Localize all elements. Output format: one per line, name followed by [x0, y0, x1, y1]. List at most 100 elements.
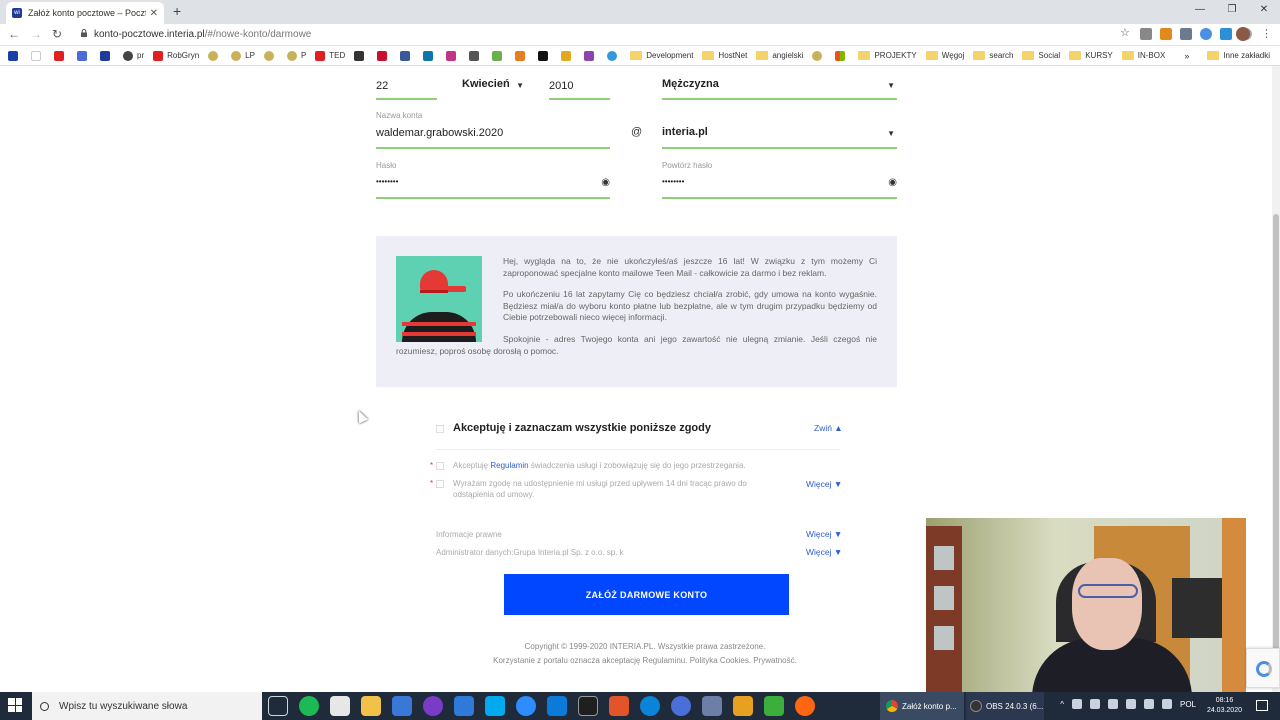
collapse-toggle[interactable]: Zwiń ▲ — [814, 423, 843, 433]
mail-icon[interactable] — [547, 696, 567, 716]
bookmark[interactable]: RobGryn — [153, 50, 199, 61]
bookmark[interactable] — [812, 50, 826, 61]
bookmark[interactable] — [8, 50, 22, 61]
more-toggle[interactable]: Więcej ▼ — [806, 529, 842, 539]
sublime-icon[interactable] — [733, 696, 753, 716]
new-tab-icon[interactable]: + — [173, 3, 181, 19]
domain-select[interactable]: interia.pl ▼ — [662, 120, 897, 149]
more-toggle[interactable]: Więcej ▼ — [806, 479, 842, 489]
firefox-icon[interactable] — [795, 696, 815, 716]
scrollbar-thumb[interactable] — [1273, 214, 1279, 684]
extension-chrome-icon[interactable] — [1200, 28, 1212, 40]
bookmark[interactable]: LP — [231, 50, 255, 61]
bookmark-folder-projekty[interactable]: PROJEKTY — [858, 51, 917, 60]
birth-day-field[interactable]: 22 — [376, 70, 437, 100]
windows-start-icon[interactable] — [8, 698, 22, 712]
extension-orange-icon[interactable] — [1160, 28, 1172, 40]
skype-icon[interactable] — [485, 696, 505, 716]
tray-volume-icon[interactable] — [1089, 699, 1100, 709]
taskbar-chrome-item[interactable]: Załóż konto p... — [880, 692, 964, 720]
bookmark-folder-angielski[interactable]: angielski — [756, 51, 803, 60]
app-tool-icon[interactable] — [702, 696, 722, 716]
bookmark[interactable] — [423, 50, 437, 61]
repeat-password-input[interactable]: •••••••• ◉ — [662, 170, 897, 199]
window-close-icon[interactable]: ✕ — [1248, 0, 1280, 24]
page-scrollbar[interactable] — [1272, 66, 1280, 692]
bookmark[interactable] — [377, 50, 391, 61]
bookmark[interactable] — [584, 50, 598, 61]
app-blue-icon[interactable] — [392, 696, 412, 716]
bookmark-folder-wegoj[interactable]: Węgoj — [925, 51, 964, 60]
task-view-icon[interactable] — [268, 696, 288, 716]
bookmark[interactable] — [208, 50, 222, 61]
bookmark-folder-hostnet[interactable]: HostNet — [702, 51, 747, 60]
bookmark[interactable] — [77, 50, 91, 61]
extension-camera-icon[interactable] — [1140, 28, 1152, 40]
app-orange-icon[interactable] — [609, 696, 629, 716]
bookmark[interactable] — [515, 50, 529, 61]
reload-icon[interactable]: ↻ — [52, 27, 62, 41]
gender-select[interactable]: Mężczyzna ▼ — [662, 70, 897, 100]
recaptcha-badge[interactable] — [1246, 648, 1280, 688]
show-password-eye-icon[interactable]: ◉ — [888, 177, 897, 188]
create-free-account-button[interactable]: ZAŁÓŻ DARMOWE KONTO — [504, 574, 789, 615]
password-input[interactable]: •••••••• ◉ — [376, 170, 610, 199]
extension-share-icon[interactable] — [1180, 28, 1192, 40]
bookmark[interactable] — [100, 50, 114, 61]
bookmark[interactable] — [54, 50, 68, 61]
taskbar-search[interactable]: Wpisz tu wyszukiwane słowa — [32, 692, 262, 720]
notification-center-icon[interactable] — [1256, 700, 1268, 711]
more-toggle[interactable]: Więcej ▼ — [806, 547, 842, 557]
bookmark-folder-development[interactable]: Development — [630, 51, 693, 60]
app-purple-icon[interactable] — [423, 696, 443, 716]
bookmark[interactable] — [835, 50, 849, 61]
terminal-icon[interactable] — [578, 696, 598, 716]
bookmark[interactable] — [607, 50, 621, 61]
bookmark-folder-search[interactable]: search — [973, 51, 1013, 60]
app-globe-icon[interactable] — [671, 696, 691, 716]
star-icon[interactable]: ☆ — [1120, 28, 1132, 40]
bookmark[interactable] — [469, 50, 483, 61]
spotify-icon[interactable] — [299, 696, 319, 716]
birth-month-select[interactable]: Kwiecień ▼ — [462, 70, 526, 100]
browser-tab[interactable]: wi Załóż konto pocztowe – Poczta w ✕ — [6, 2, 164, 24]
url-field[interactable]: konto-pocztowe.interia.pl/#/nowe-konto/d… — [94, 29, 311, 40]
bookmark-folder-kursy[interactable]: KURSY — [1069, 51, 1113, 60]
bookmark[interactable] — [263, 50, 278, 61]
bookmark[interactable] — [31, 50, 45, 61]
edge-legacy-icon[interactable] — [454, 696, 474, 716]
terms-link[interactable]: Regulamin — [490, 461, 528, 470]
bookmark-folder-inbox[interactable]: IN-BOX — [1121, 51, 1165, 60]
tray-app-icon[interactable] — [1143, 699, 1154, 709]
zoom-icon[interactable] — [516, 696, 536, 716]
tray-language[interactable]: POL — [1180, 700, 1196, 709]
terms-checkbox[interactable] — [436, 462, 444, 470]
minimize-icon[interactable]: — — [1184, 0, 1216, 24]
bookmark[interactable] — [354, 50, 368, 61]
bookmark[interactable] — [446, 50, 460, 61]
bookmark[interactable] — [492, 50, 506, 61]
tab-close-icon[interactable]: ✕ — [150, 8, 158, 19]
taskbar-clock[interactable]: 08:16 24.03.2020 — [1207, 696, 1242, 716]
edge-icon[interactable] — [640, 696, 660, 716]
extension-blue-icon[interactable] — [1220, 28, 1232, 40]
tray-chevron-up-icon[interactable]: ^ — [1060, 700, 1064, 709]
file-explorer-icon[interactable] — [361, 696, 381, 716]
tray-network-icon[interactable] — [1071, 699, 1082, 709]
app-green-icon[interactable] — [764, 696, 784, 716]
back-icon[interactable]: ← — [8, 27, 20, 41]
tray-cloud-icon[interactable] — [1125, 699, 1136, 709]
bookmarks-more-icon[interactable]: » — [1184, 51, 1189, 61]
bookmark-folder-social[interactable]: Social — [1022, 51, 1060, 60]
bookmark[interactable]: P — [286, 50, 306, 61]
bookmark[interactable] — [561, 50, 575, 61]
bookmark[interactable]: pr — [123, 50, 144, 61]
bookmark[interactable]: TED — [315, 50, 345, 61]
store-icon[interactable] — [330, 696, 350, 716]
account-name-input[interactable]: waldemar.grabowski.2020 — [376, 120, 610, 149]
restore-icon[interactable]: ❐ — [1216, 0, 1248, 24]
early-service-checkbox[interactable] — [436, 480, 444, 488]
browser-menu-icon[interactable]: ⋮ — [1261, 27, 1272, 40]
tray-app2-icon[interactable] — [1161, 699, 1172, 709]
show-password-eye-icon[interactable]: ◉ — [601, 177, 610, 188]
